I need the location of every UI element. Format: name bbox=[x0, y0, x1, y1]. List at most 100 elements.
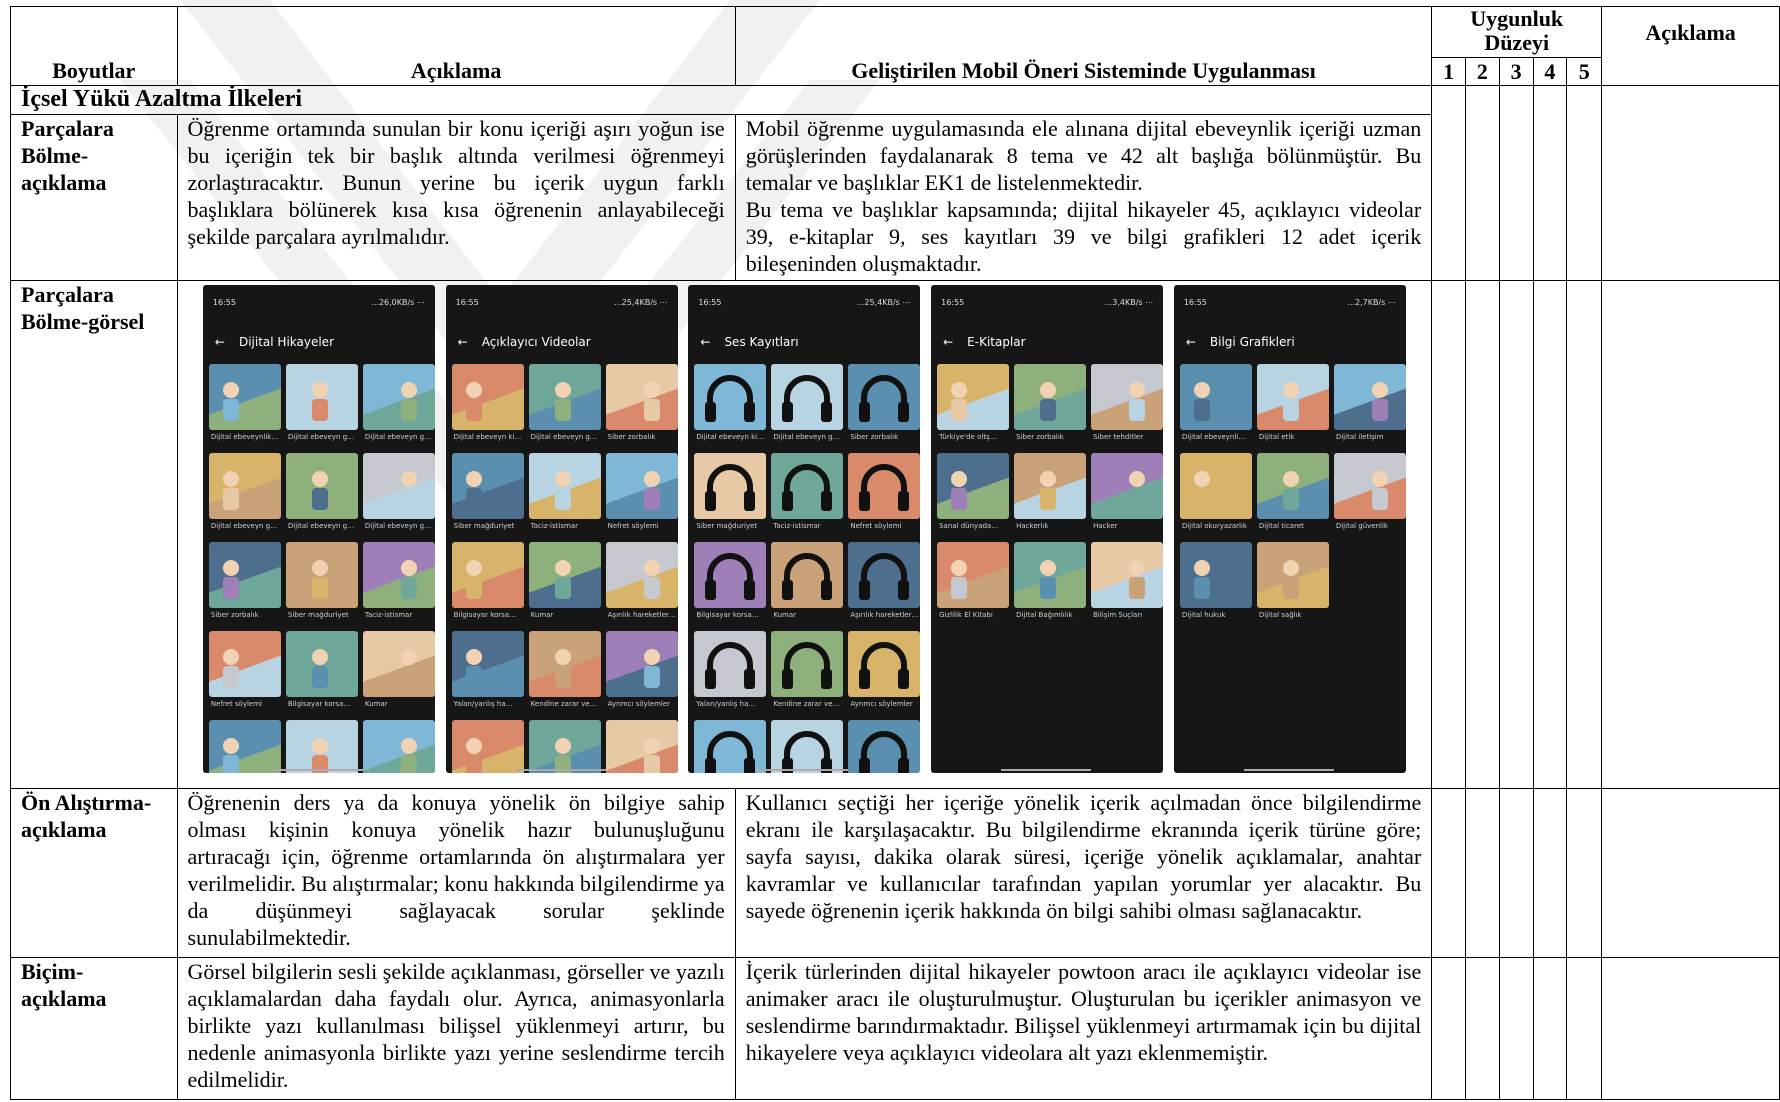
tile-thumbnail bbox=[285, 453, 358, 520]
content-tile[interactable]: Kumar bbox=[362, 631, 435, 715]
tile-thumbnail bbox=[694, 631, 767, 698]
content-tile[interactable]: Gizlilik El Kitabı bbox=[937, 542, 1010, 626]
phone-screenshot: 16:55 ...26,0KB/s ⋯ ← Dijital Hikayeler Diji… bbox=[202, 285, 435, 774]
content-tile[interactable]: Aşırılık hareketler… bbox=[605, 542, 678, 626]
status-time: 16:55 bbox=[698, 298, 722, 308]
illustration-icon bbox=[554, 560, 571, 600]
content-tile[interactable]: Dijital ebeveyn g… bbox=[362, 364, 435, 448]
illustration-icon bbox=[1040, 382, 1057, 422]
content-tile[interactable]: Dijital okuryazarlık bbox=[1179, 453, 1252, 537]
content-tile[interactable]: Siber mağduriyet bbox=[285, 542, 358, 626]
content-tile[interactable]: Dijital ebeveyn g… bbox=[528, 364, 601, 448]
phone-screenshot: 16:55 ...25,4KB/s ⋯ ← Açıklayıcı Videolar Di… bbox=[445, 285, 678, 774]
content-tile[interactable]: Dijital güvenlik bbox=[1333, 453, 1406, 537]
content-tile[interactable]: Dijital ebeveyn ki… bbox=[694, 364, 767, 448]
content-tile[interactable]: Yetişkin içerik bbox=[771, 720, 844, 774]
back-arrow-icon[interactable]: ← bbox=[943, 329, 953, 356]
comment-header: Açıklama bbox=[1601, 5, 1780, 87]
content-tile[interactable]: Bilgisayar korsa… bbox=[451, 542, 524, 626]
content-tile[interactable]: Reklam bbox=[694, 720, 767, 774]
content-tile[interactable]: Hackerlık bbox=[1014, 453, 1087, 537]
content-tile[interactable]: Siber zorbalık bbox=[605, 364, 678, 448]
illustration-icon bbox=[400, 471, 417, 511]
content-tile[interactable]: Hacker bbox=[1091, 453, 1164, 537]
content-tile[interactable]: Kendine zarar ve… bbox=[362, 720, 435, 774]
content-tile[interactable]: Dijital iletişim bbox=[1333, 364, 1406, 448]
content-tile[interactable]: Taciz-istismar bbox=[362, 542, 435, 626]
content-tile[interactable]: Aşırılık hareketler… bbox=[848, 542, 921, 626]
content-tile[interactable]: Ayrımcı söylemler bbox=[848, 631, 921, 715]
illustration-icon bbox=[400, 560, 417, 600]
content-tile[interactable]: Sanal dünyada… bbox=[937, 453, 1010, 537]
table-row: Ön Alıştırma-açıklama Öğrenenin ders ya … bbox=[10, 788, 1780, 958]
status-time: 16:55 bbox=[941, 298, 965, 308]
tile-thumbnail bbox=[451, 542, 524, 609]
content-tile[interactable]: Kumar bbox=[528, 542, 601, 626]
content-tile[interactable]: Kendine zarar ve… bbox=[528, 631, 601, 715]
content-tile[interactable]: Dijital ebeveyn g… bbox=[285, 453, 358, 537]
content-tile[interactable]: Aşırılık hareketler… bbox=[208, 720, 281, 774]
illustration-icon bbox=[1129, 471, 1146, 511]
content-tile[interactable]: Dijital ebeveyn ki… bbox=[451, 364, 524, 448]
tile-thumbnail bbox=[937, 542, 1010, 609]
back-arrow-icon[interactable]: ← bbox=[700, 329, 710, 356]
content-tile[interactable]: Dijital ebeveyn g… bbox=[285, 364, 358, 448]
content-tile[interactable]: Kumar bbox=[771, 542, 844, 626]
content-tile[interactable]: Nefret söylemi bbox=[208, 631, 281, 715]
content-tile[interactable]: Türkiye'de oltş… bbox=[937, 364, 1010, 448]
illustration-icon bbox=[643, 738, 660, 774]
tile-thumbnail bbox=[1091, 364, 1164, 431]
illustration-icon bbox=[1193, 560, 1210, 600]
tile-thumbnail bbox=[1091, 542, 1164, 609]
back-arrow-icon[interactable]: ← bbox=[458, 329, 468, 356]
back-arrow-icon[interactable]: ← bbox=[215, 329, 225, 356]
tile-caption: Dijital ebeveynli… bbox=[1181, 433, 1246, 442]
content-tile[interactable]: Siber zorbalık bbox=[1014, 364, 1087, 448]
tile-thumbnail bbox=[285, 364, 358, 431]
tile-caption: Yalan/yanlış ha… bbox=[453, 700, 513, 709]
content-tile[interactable]: Taciz-istismar bbox=[771, 453, 844, 537]
content-tile[interactable]: Bilgisayar korsa… bbox=[285, 631, 358, 715]
content-tile[interactable]: Dijital ebeveyn g… bbox=[208, 453, 281, 537]
content-tile[interactable]: Siber zorbalık bbox=[208, 542, 281, 626]
content-tile[interactable]: Taciz-istismar bbox=[528, 453, 601, 537]
content-tile[interactable]: Dijital ebeveyn g… bbox=[362, 453, 435, 537]
content-tile[interactable]: Dijital ayak izi bbox=[848, 720, 921, 774]
content-tile[interactable]: Yalan/yanlış ha… bbox=[451, 631, 524, 715]
level-header: Uygunluk Düzeyi bbox=[1431, 6, 1603, 58]
content-tile[interactable]: Yetişkin içerik bbox=[528, 720, 601, 774]
content-tile[interactable]: Yalan/yanlış ha… bbox=[285, 720, 358, 774]
content-tile[interactable]: Ayrımcı söylemler bbox=[605, 631, 678, 715]
content-tile[interactable]: Bilişim Suçları bbox=[1091, 542, 1164, 626]
content-tile[interactable]: Siber mağduriyet bbox=[694, 453, 767, 537]
content-tile[interactable]: Dijital ticaret bbox=[1256, 453, 1329, 537]
content-tile[interactable]: Kendine zarar ve… bbox=[771, 631, 844, 715]
content-tile[interactable]: Dijital etik bbox=[1256, 364, 1329, 448]
application-paragraph: Bu tema ve başlıklar kapsamında; dijital… bbox=[745, 196, 1422, 276]
content-tile[interactable]: Dijital hukuk bbox=[1179, 542, 1252, 626]
content-tile[interactable]: Dijital ebeveynli… bbox=[1179, 364, 1252, 448]
illustration-icon bbox=[400, 738, 417, 774]
content-tile[interactable]: Dijital sağlık bbox=[1256, 542, 1329, 626]
tile-caption: Siber zorbalık bbox=[1016, 433, 1064, 442]
back-arrow-icon[interactable]: ← bbox=[1186, 329, 1196, 356]
content-tile[interactable]: Nefret söylemi bbox=[605, 453, 678, 537]
content-tile[interactable]: Yalan/yanlış ha… bbox=[694, 631, 767, 715]
content-tile[interactable]: Siber tehditler bbox=[1091, 364, 1164, 448]
content-tile[interactable]: Nefret söylemi bbox=[848, 453, 921, 537]
tile-thumbnail bbox=[1179, 453, 1252, 520]
content-tile[interactable]: Reklam bbox=[451, 720, 524, 774]
content-tile[interactable]: Dijital ebeveynlik… bbox=[208, 364, 281, 448]
tile-thumbnail bbox=[771, 631, 844, 698]
headphones-icon bbox=[859, 642, 910, 690]
illustration-icon bbox=[465, 382, 482, 422]
tile-caption: Nefret söylemi bbox=[850, 522, 902, 531]
content-tile[interactable]: Siber zorbalık bbox=[848, 364, 921, 448]
content-tile[interactable]: Siber mağduriyet bbox=[451, 453, 524, 537]
illustration-icon bbox=[311, 738, 328, 774]
content-tile[interactable]: Bilgisayar korsa… bbox=[694, 542, 767, 626]
illustration-icon bbox=[1193, 382, 1210, 422]
content-tile[interactable]: Dijital ebeveyn g… bbox=[771, 364, 844, 448]
content-tile[interactable]: Dijital Bağımlılık bbox=[1014, 542, 1087, 626]
content-tile[interactable]: Dijital ayak izi bbox=[605, 720, 678, 774]
